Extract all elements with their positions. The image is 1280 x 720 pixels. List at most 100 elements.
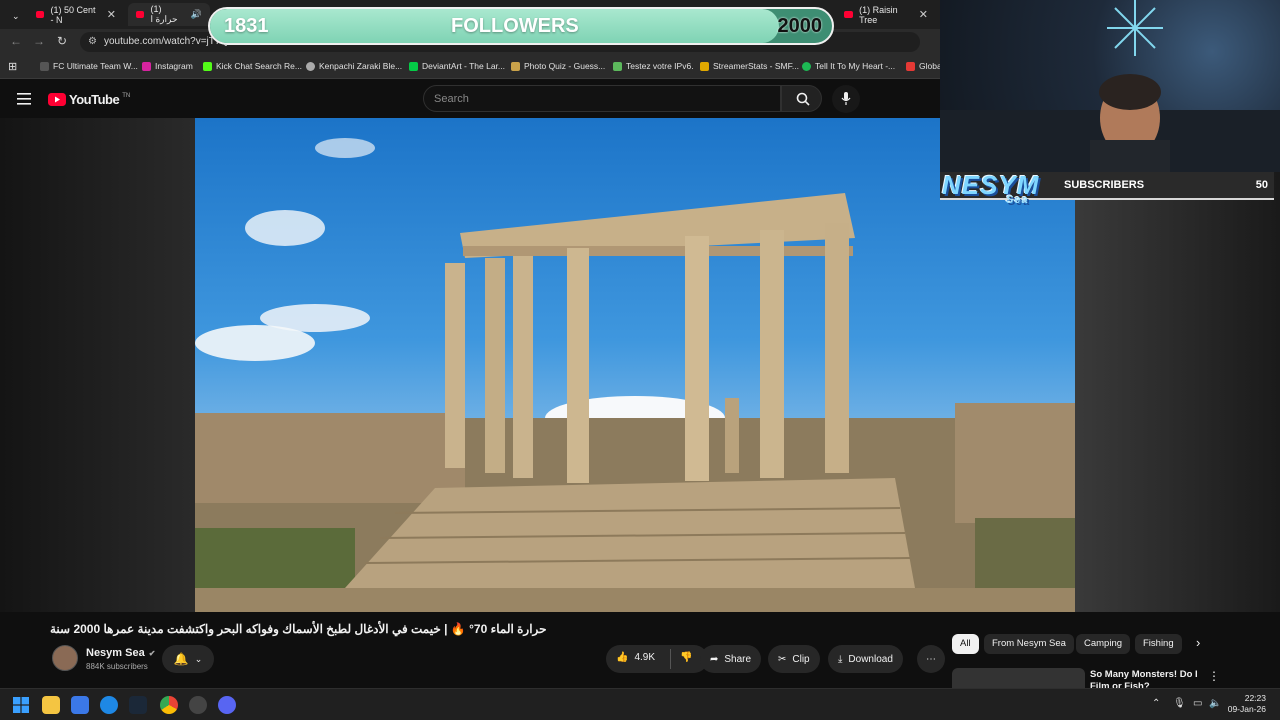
chip-fishing[interactable]: Fishing — [1135, 634, 1182, 654]
bookmark-item[interactable]: Tell It To My Heart -... — [802, 61, 895, 71]
tab-1[interactable]: (1) 50 Cent - N ✕ — [28, 3, 124, 26]
tab-title: (1) حرارة ا — [150, 4, 178, 24]
close-icon[interactable]: ✕ — [919, 8, 928, 21]
recommendation-title-line: So Many Monsters! Do I — [1090, 669, 1198, 680]
download-label: Download — [848, 653, 893, 665]
bookmark-item[interactable]: Globa — [906, 61, 942, 71]
youtube-region: TN — [122, 92, 131, 99]
more-actions-button[interactable]: ⋯ — [917, 645, 945, 673]
chip-all[interactable]: All — [952, 634, 979, 654]
bookmark-favicon-icon — [906, 61, 915, 71]
site-info-icon[interactable]: ⚙ — [88, 32, 97, 52]
bookmark-item[interactable]: DeviantArt - The Lar... — [409, 61, 505, 71]
youtube-play-icon — [48, 93, 66, 106]
app-icon[interactable] — [100, 696, 118, 714]
windows-start-icon[interactable] — [13, 697, 29, 713]
video-player-margin-left[interactable] — [0, 118, 195, 612]
bookmarks-bar: ⊞ FC Ultimate Team W... Instagram Kick C… — [0, 55, 942, 79]
share-button[interactable]: ➦ Share — [700, 645, 762, 673]
video-actions-row: Nesym Sea ✔ 884K subscribers 🔔 ⌄ 👍 4.9K 👎… — [50, 645, 945, 675]
divider — [670, 649, 671, 669]
subscriber-count: 884K subscribers — [86, 662, 148, 671]
chip-camping[interactable]: Camping — [1076, 634, 1131, 654]
system-clock[interactable]: 22:23 09-Jan-26 — [1228, 693, 1266, 715]
bookmark-label: DeviantArt - The Lar... — [422, 61, 505, 71]
app-icon[interactable] — [189, 696, 207, 714]
bookmark-item[interactable]: FC Ultimate Team W... — [40, 61, 138, 71]
youtube-logo[interactable]: YouTube TN — [48, 92, 130, 107]
tab-title: (1) 50 Cent - N — [50, 4, 96, 25]
bookmark-label: Photo Quiz - Guess... — [524, 61, 606, 71]
app-icon[interactable] — [71, 696, 89, 714]
url-text: youtube.com/watch?v=jT7Q — [104, 36, 229, 47]
bookmark-item[interactable]: Kick Chat Search Re... — [203, 61, 302, 71]
bookmark-label: Tell It To My Heart -... — [815, 61, 896, 71]
youtube-favicon-icon — [36, 11, 45, 18]
recommendation-thumbnail[interactable] — [952, 668, 1085, 688]
channel-name-link[interactable]: Nesym Sea ✔ — [86, 647, 155, 659]
chevron-up-icon[interactable]: ⌃ — [1152, 698, 1160, 709]
tab-title: (1) Raisin Tree — [859, 4, 898, 25]
video-title: حرارة الماء 70° 🔥 | خيمت في الأدغال لطبخ… — [50, 622, 610, 636]
nesym-sea-logo: NESYM Sea — [942, 170, 1039, 206]
chevron-right-icon[interactable]: › — [1196, 635, 1200, 650]
dislike-button[interactable]: 👎 — [680, 652, 692, 663]
bookmark-label: FC Ultimate Team W... — [53, 61, 138, 71]
clock-time: 22:23 — [1244, 693, 1266, 703]
chip-from-channel[interactable]: From Nesym Sea — [984, 634, 1074, 654]
more-vertical-icon[interactable]: ⋮ — [1208, 669, 1220, 683]
forward-arrow-icon[interactable]: → — [33, 34, 45, 48]
search-button[interactable] — [781, 85, 822, 112]
kick-icon — [203, 61, 212, 71]
clock-date: 09-Jan-26 — [1227, 704, 1266, 714]
network-icon[interactable]: ▭ — [1193, 698, 1202, 709]
volume-icon[interactable]: 🔈 — [1209, 698, 1221, 709]
youtube-logo-text: YouTube — [69, 92, 120, 107]
webcam-overlay — [940, 0, 1280, 172]
bookmark-item[interactable]: Kenpachi Zaraki Ble... — [306, 61, 402, 71]
steam-icon[interactable] — [129, 696, 147, 714]
file-explorer-icon[interactable] — [42, 696, 60, 714]
hamburger-menu-icon[interactable] — [17, 93, 31, 105]
bookmark-label: Globa — [919, 61, 942, 71]
subscribed-notifications-button[interactable]: 🔔 ⌄ — [162, 645, 214, 673]
discord-icon[interactable] — [218, 696, 236, 714]
like-button[interactable]: 👍 4.9K — [616, 652, 655, 663]
voice-search-button[interactable] — [832, 85, 860, 113]
speaker-icon[interactable]: 🔊 — [191, 9, 202, 20]
search-placeholder: Search — [434, 93, 469, 105]
scissors-icon: ✂ — [778, 653, 787, 665]
followers-goal: 2000 — [777, 15, 823, 37]
channel-name: Nesym Sea — [86, 647, 145, 659]
search-input[interactable]: Search — [423, 85, 781, 112]
tab-list-button[interactable]: ⌄ — [4, 5, 22, 28]
tab-2-active[interactable]: (1) حرارة ا 🔊 — [128, 3, 210, 26]
bookmark-item[interactable]: Testez votre IPv6. — [613, 61, 694, 71]
chrome-icon[interactable] — [160, 696, 178, 714]
bookmark-label: StreamerStats - SMF... — [713, 61, 799, 71]
apps-grid-icon[interactable]: ⊞ — [8, 60, 17, 73]
back-arrow-icon[interactable]: ← — [10, 34, 22, 48]
bar-chart-icon — [700, 61, 709, 71]
youtube-favicon-icon — [136, 11, 145, 18]
windows-taskbar: ⌃ 🎙 ▭ 🔈 22:23 09-Jan-26 — [0, 688, 1280, 720]
channel-avatar[interactable] — [52, 645, 78, 671]
close-icon[interactable]: ✕ — [107, 8, 116, 21]
tab-3[interactable]: (1) Raisin Tree ✕ — [836, 3, 936, 26]
share-label: Share — [724, 653, 752, 665]
youtube-favicon-icon — [844, 11, 854, 18]
chevron-down-icon: ⌄ — [12, 11, 20, 21]
bookmark-label: Instagram — [155, 61, 193, 71]
download-button[interactable]: ⤓ Download — [828, 645, 903, 673]
followers-current: 1831 — [224, 15, 269, 37]
bookmark-item[interactable]: StreamerStats - SMF... — [700, 61, 799, 71]
reload-icon[interactable]: ↻ — [57, 34, 67, 48]
microphone-icon[interactable]: 🎙 — [1173, 698, 1186, 709]
subscribers-count: 50 — [1255, 179, 1268, 191]
bookmark-favicon-icon — [306, 61, 315, 71]
clip-button[interactable]: ✂ Clip — [768, 645, 820, 673]
bookmark-item[interactable]: Photo Quiz - Guess... — [511, 61, 605, 71]
microphone-icon — [841, 92, 851, 105]
thumbs-down-icon: 👎 — [680, 652, 693, 663]
bookmark-item[interactable]: Instagram — [142, 61, 193, 71]
